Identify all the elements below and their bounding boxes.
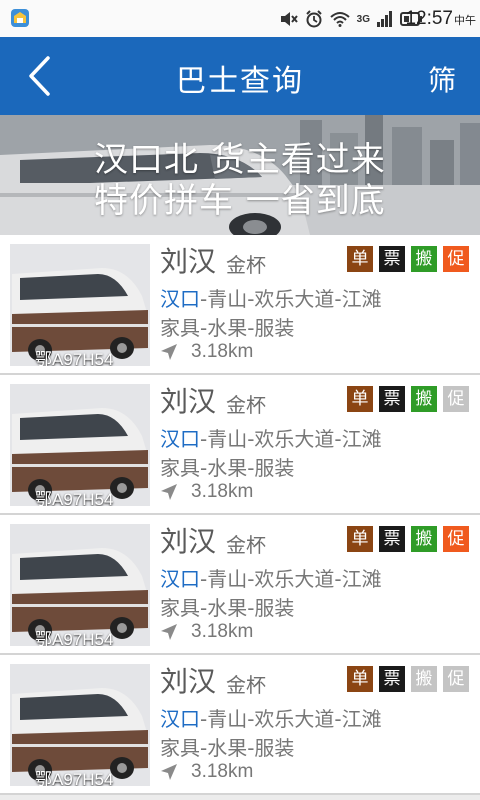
badge-promo: 促 (443, 666, 469, 692)
promo-banner[interactable]: 汉口北 货主看过来 特价拼车 一省到底 (0, 115, 480, 235)
service-badges: 单 票 搬 促 (347, 666, 469, 692)
service-badges: 单 票 搬 促 (347, 386, 469, 412)
badge-promo: 促 (443, 526, 469, 552)
distance: 3.18km (160, 761, 253, 783)
goods-text: 家具-水果-服装 (160, 316, 295, 340)
van-photo: 鄂A97H54 (10, 244, 150, 366)
list-item[interactable]: 鄂A97H54 刘汉 金杯 单 票 搬 促 汉口-青山-欢乐大道-江滩 家具-水… (0, 515, 480, 655)
service-badges: 单 票 搬 促 (347, 526, 469, 552)
van-photo: 鄂A97H54 (10, 384, 150, 506)
badge-single: 单 (347, 246, 373, 272)
badge-ticket: 票 (379, 246, 405, 272)
distance: 3.18km (160, 481, 253, 503)
license-plate: 鄂A97H54 (35, 770, 114, 786)
route-text: 汉口-青山-欢乐大道-江滩 (160, 707, 382, 731)
license-plate: 鄂A97H54 (35, 490, 114, 506)
clock: 12:57中午 (405, 8, 476, 29)
filter-button[interactable]: 筛 (428, 59, 456, 99)
status-bar: 3G 12:57中午 (0, 0, 480, 37)
badge-promo: 促 (443, 246, 469, 272)
location-arrow-icon (161, 624, 177, 640)
signal-icon (377, 11, 392, 27)
list-item[interactable]: 鄂A97H54 刘汉 金杯 单 票 搬 促 汉口-青山-欢乐大道-江滩 家具-水… (0, 235, 480, 375)
driver-name: 刘汉 (160, 665, 217, 698)
badge-move: 搬 (411, 386, 437, 412)
app-notification-icon (11, 9, 29, 27)
distance: 3.18km (160, 621, 253, 643)
list-item[interactable]: 鄂A97H54 刘汉 金杯 单 票 搬 促 汉口-青山-欢乐大道-江滩 家具-水… (0, 655, 480, 795)
route-text: 汉口-青山-欢乐大道-江滩 (160, 287, 382, 311)
vehicle-brand: 金杯 (226, 673, 266, 697)
badge-move: 搬 (411, 666, 437, 692)
goods-text: 家具-水果-服装 (160, 456, 295, 480)
page-title: 巴士查询 (176, 64, 304, 99)
distance: 3.18km (160, 341, 253, 363)
badge-single: 单 (347, 666, 373, 692)
banner-subline: 特价拼车 一省到底 (94, 181, 386, 221)
network-type: 3G (356, 13, 370, 25)
location-arrow-icon (161, 764, 177, 780)
route-text: 汉口-青山-欢乐大道-江滩 (160, 427, 382, 451)
location-arrow-icon (161, 484, 177, 500)
title-bar: 巴士查询 筛 (0, 37, 480, 115)
driver-name: 刘汉 (160, 385, 217, 418)
service-badges: 单 票 搬 促 (347, 246, 469, 272)
license-plate: 鄂A97H54 (35, 350, 114, 366)
list-item[interactable]: 鄂A97H54 刘汉 金杯 单 票 搬 促 汉口-青山-欢乐大道-江滩 家具-水… (0, 375, 480, 515)
driver-name: 刘汉 (160, 245, 217, 278)
vehicle-brand: 金杯 (226, 393, 266, 417)
vehicle-brand: 金杯 (226, 253, 266, 277)
mute-icon (280, 12, 298, 26)
van-photo: 鄂A97H54 (10, 664, 150, 786)
alarm-icon (305, 10, 322, 28)
badge-single: 单 (347, 386, 373, 412)
badge-ticket: 票 (379, 386, 405, 412)
badge-ticket: 票 (379, 666, 405, 692)
license-plate: 鄂A97H54 (35, 630, 114, 646)
goods-text: 家具-水果-服装 (160, 736, 295, 760)
badge-move: 搬 (411, 246, 437, 272)
goods-text: 家具-水果-服装 (160, 596, 295, 620)
status-icons: 3G (280, 9, 422, 29)
van-photo: 鄂A97H54 (10, 524, 150, 646)
location-arrow-icon (161, 344, 177, 360)
wifi-icon (329, 12, 350, 27)
badge-single: 单 (347, 526, 373, 552)
badge-promo: 促 (443, 386, 469, 412)
badge-move: 搬 (411, 526, 437, 552)
vehicle-brand: 金杯 (226, 533, 266, 557)
bus-list: 鄂A97H54 刘汉 金杯 单 票 搬 促 汉口-青山-欢乐大道-江滩 家具-水… (0, 235, 480, 795)
route-text: 汉口-青山-欢乐大道-江滩 (160, 567, 382, 591)
badge-ticket: 票 (379, 526, 405, 552)
driver-name: 刘汉 (160, 525, 217, 558)
